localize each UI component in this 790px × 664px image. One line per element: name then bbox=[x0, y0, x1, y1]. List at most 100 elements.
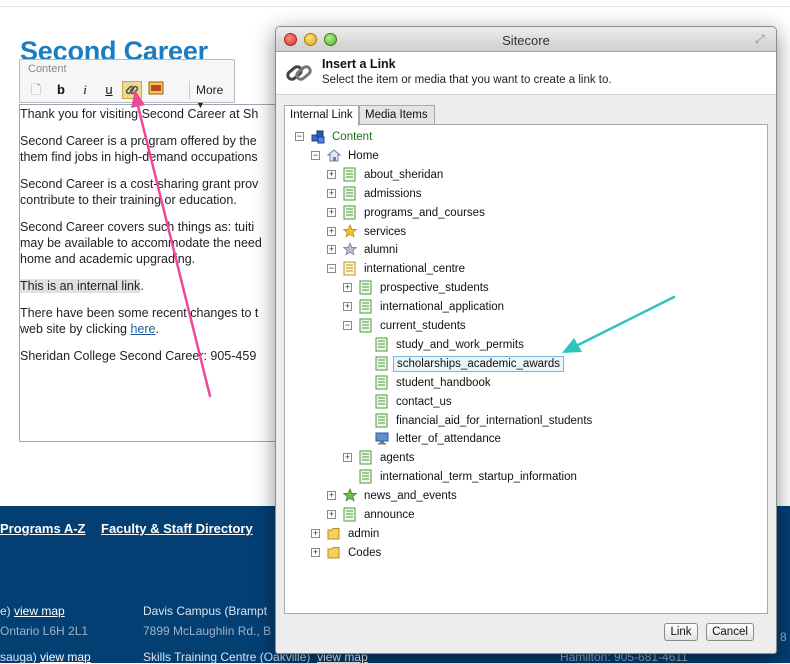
tree-node-label[interactable]: news_and_events bbox=[361, 489, 460, 503]
expand-icon[interactable]: + bbox=[311, 528, 320, 538]
footer-address-line: Ontario L6H 2L1 bbox=[0, 624, 89, 638]
bold-button[interactable]: b bbox=[51, 81, 71, 99]
editor-paragraph: Sheridan College Second Career: 905-459 bbox=[20, 349, 257, 363]
view-map-link[interactable]: view map bbox=[40, 650, 91, 664]
editor-line: . bbox=[140, 279, 144, 293]
tree-node-label[interactable]: Codes bbox=[345, 546, 384, 560]
editor-line: contribute to their training or educatio… bbox=[20, 193, 237, 207]
window-title: Sitecore bbox=[502, 33, 550, 48]
collapse-icon[interactable]: − bbox=[327, 264, 336, 274]
underline-button[interactable]: u bbox=[99, 81, 119, 99]
folder-icon bbox=[327, 526, 341, 541]
chain-link-icon bbox=[286, 65, 312, 81]
tree-node-label[interactable]: current_students bbox=[377, 319, 469, 333]
tree-node-label[interactable]: international_centre bbox=[361, 262, 468, 276]
tree-node-label[interactable]: Content bbox=[329, 130, 375, 144]
page-icon bbox=[343, 167, 357, 182]
dialog-header: Insert a Link Select the item or media t… bbox=[276, 52, 776, 95]
more-dropdown[interactable]: More ▼ bbox=[196, 83, 234, 111]
editor-line: Second Career is a program offered by th… bbox=[20, 134, 257, 148]
editor-paragraph: Second Career is a cost-sharing grant pr… bbox=[20, 176, 282, 208]
page-yellow-icon bbox=[343, 261, 357, 276]
link-button[interactable]: Link bbox=[664, 623, 698, 641]
expand-icon[interactable]: + bbox=[311, 547, 320, 557]
editor-line: There have been some recent changes to t bbox=[20, 306, 259, 320]
editor-line: may be available to accommodate the need bbox=[20, 236, 262, 250]
tree-node-label[interactable]: announce bbox=[361, 508, 418, 522]
footer-text: e) bbox=[0, 604, 15, 618]
window-titlebar[interactable]: Sitecore ⤢ bbox=[276, 27, 776, 52]
footer-edge-text: 8 bbox=[780, 630, 787, 644]
tree-node-label[interactable]: international_application bbox=[377, 300, 507, 314]
here-link[interactable]: here bbox=[130, 322, 155, 336]
expand-icon[interactable]: + bbox=[343, 283, 352, 293]
tree-node-label[interactable]: contact_us bbox=[393, 395, 455, 409]
tab-internal-link[interactable]: Internal Link bbox=[284, 105, 359, 126]
content-database-icon bbox=[311, 129, 325, 144]
content-tree: − Content − Home + about_sheridan + admission… bbox=[284, 124, 768, 614]
footer-campus-name: Davis Campus (Brampt bbox=[143, 604, 268, 618]
editor-line: them find jobs in high-demand occupation… bbox=[20, 150, 258, 164]
expand-icon[interactable]: + bbox=[343, 453, 352, 463]
page-icon bbox=[343, 507, 357, 522]
expand-icon[interactable]: + bbox=[327, 188, 336, 198]
editor-line: Second Career covers such things as: tui… bbox=[20, 220, 255, 234]
editor-content[interactable]: Thank you for visiting Second Career at … bbox=[20, 106, 282, 375]
tree-node-label[interactable]: study_and_work_permits bbox=[393, 338, 527, 352]
page-icon bbox=[343, 205, 357, 220]
footer-link-programs[interactable]: Programs A-Z bbox=[0, 521, 85, 536]
insert-image-button[interactable] bbox=[146, 81, 166, 99]
fullscreen-icon[interactable]: ⤢ bbox=[755, 32, 769, 46]
expand-icon[interactable]: + bbox=[327, 491, 336, 501]
page-icon bbox=[359, 299, 373, 314]
tree-node-label[interactable]: scholarships_academic_awards bbox=[393, 355, 564, 372]
footer-address-line: e) view map bbox=[0, 604, 65, 618]
editor-paragraph: Second Career covers such things as: tui… bbox=[20, 219, 282, 267]
tree-node-label[interactable]: financial_aid_for_internationl_students bbox=[393, 414, 595, 428]
expand-icon[interactable]: + bbox=[327, 226, 336, 236]
tab-media-items[interactable]: Media Items bbox=[359, 105, 435, 125]
tree-node-label[interactable]: international_term_startup_information bbox=[377, 470, 580, 484]
page-icon bbox=[359, 280, 373, 295]
expand-icon[interactable]: + bbox=[327, 245, 336, 255]
star-icon bbox=[342, 242, 358, 257]
page-icon bbox=[359, 469, 373, 484]
footer-link-directory[interactable]: Faculty & Staff Directory bbox=[101, 521, 253, 536]
page-icon bbox=[359, 450, 373, 465]
toolbar-label: Content bbox=[28, 63, 67, 75]
tree-node-label[interactable]: alumni bbox=[361, 243, 401, 257]
collapse-icon[interactable]: − bbox=[311, 150, 320, 160]
tree-node-label[interactable]: services bbox=[361, 225, 409, 239]
tree-node-label[interactable]: admin bbox=[345, 527, 382, 541]
expand-icon[interactable]: + bbox=[327, 169, 336, 179]
footer-text: sauga) bbox=[0, 650, 41, 664]
expand-icon[interactable]: + bbox=[327, 207, 336, 217]
expand-icon[interactable]: + bbox=[327, 510, 336, 519]
page-icon bbox=[375, 375, 389, 390]
tree-node-label[interactable]: agents bbox=[377, 451, 418, 465]
dialog-subheading: Select the item or media that you want t… bbox=[322, 74, 612, 86]
footer-address-line: 7899 McLaughlin Rd., B bbox=[143, 624, 272, 638]
collapse-icon[interactable]: − bbox=[343, 321, 352, 330]
top-rule bbox=[0, 6, 790, 7]
tree-node-label[interactable]: Home bbox=[345, 149, 382, 163]
editor-line: Second Career is a cost-sharing grant pr… bbox=[20, 177, 259, 191]
collapse-icon[interactable]: − bbox=[295, 132, 304, 141]
view-map-link[interactable]: view map bbox=[14, 604, 65, 618]
tree-node-label[interactable]: student_handbook bbox=[393, 376, 494, 390]
insert-link-button[interactable] bbox=[122, 81, 142, 99]
tree-node-label[interactable]: programs_and_courses bbox=[361, 206, 488, 220]
footer-address-line: sauga) view map bbox=[0, 650, 91, 664]
italic-button[interactable]: i bbox=[75, 81, 95, 99]
document-icon[interactable]: 🗋 bbox=[26, 81, 46, 99]
cancel-button[interactable]: Cancel bbox=[706, 623, 754, 641]
page-icon bbox=[375, 413, 389, 428]
tree-node-label[interactable]: about_sheridan bbox=[361, 168, 446, 182]
expand-icon[interactable]: + bbox=[343, 302, 352, 312]
image-icon bbox=[148, 81, 164, 95]
tree-node-label[interactable]: prospective_students bbox=[377, 281, 492, 295]
dialog-heading: Insert a Link bbox=[322, 57, 396, 71]
tree-node-label[interactable]: letter_of_attendance bbox=[393, 432, 504, 446]
selected-text-highlight[interactable]: This is an internal link bbox=[20, 279, 141, 293]
tree-node-label[interactable]: admissions bbox=[361, 187, 425, 201]
